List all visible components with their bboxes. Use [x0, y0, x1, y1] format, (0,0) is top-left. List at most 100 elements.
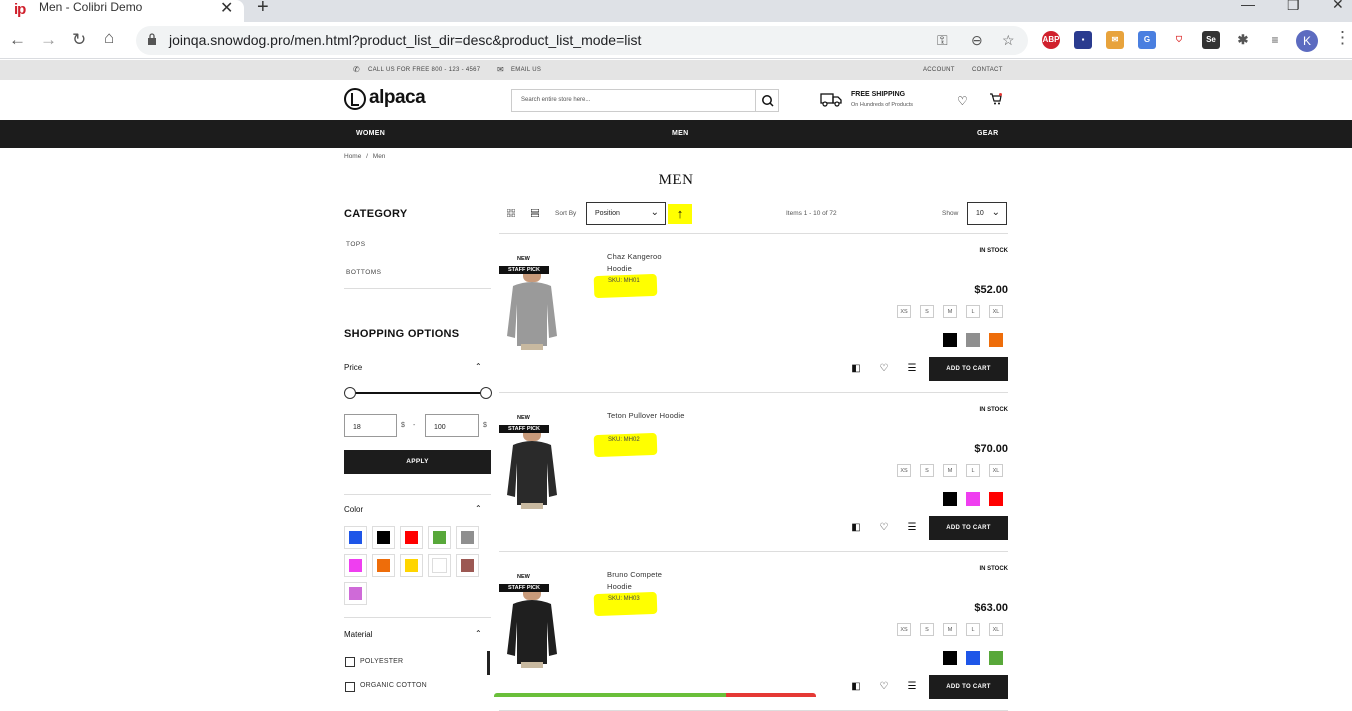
size-option[interactable]: S	[920, 464, 934, 477]
shield-extension-icon[interactable]: ⛉	[1170, 31, 1188, 49]
color-swatch[interactable]	[456, 554, 479, 577]
product-image[interactable]	[507, 584, 569, 668]
size-option[interactable]: M	[943, 464, 957, 477]
color-option[interactable]	[966, 333, 980, 347]
size-option[interactable]: S	[920, 305, 934, 318]
add-to-cart-button[interactable]: ADD TO CART	[929, 675, 1008, 699]
details-list-icon[interactable]: ☰	[906, 681, 918, 693]
wishlist-heart-icon[interactable]: ♡	[878, 363, 890, 375]
add-to-cart-button[interactable]: ADD TO CART	[929, 516, 1008, 540]
product-name[interactable]: Bruno Compete Hoodie	[607, 569, 687, 593]
search-button[interactable]	[755, 90, 778, 111]
color-swatch[interactable]	[456, 526, 479, 549]
extension-icon[interactable]: ▪	[1074, 31, 1092, 49]
color-option[interactable]	[943, 333, 957, 347]
category-bottoms[interactable]: BOTTOMS	[346, 269, 382, 276]
price-slider-min-handle[interactable]	[344, 387, 356, 399]
size-option[interactable]: XL	[989, 305, 1003, 318]
color-swatch[interactable]	[400, 554, 423, 577]
bookmark-star-icon[interactable]: ☆	[1002, 32, 1015, 49]
color-option[interactable]	[966, 651, 980, 665]
product-image[interactable]	[507, 425, 569, 509]
category-tops[interactable]: TOPS	[346, 241, 366, 248]
translate-extension-icon[interactable]: G	[1138, 31, 1156, 49]
compare-icon[interactable]: ◧	[850, 363, 862, 375]
apply-button[interactable]: APPLY	[344, 450, 491, 474]
size-option[interactable]: M	[943, 305, 957, 318]
window-close-icon[interactable]: ✕	[1332, 0, 1344, 13]
wishlist-heart-icon[interactable]: ♡	[957, 94, 968, 108]
sidebar-scrollbar[interactable]	[487, 651, 490, 675]
tab-close-icon[interactable]: ✕	[220, 0, 233, 18]
chevron-up-icon[interactable]: ⌃	[475, 362, 482, 371]
address-bar[interactable]: joinqa.snowdog.pro/men.html?product_list…	[136, 26, 1028, 55]
search-input[interactable]: Search entire store here...	[511, 89, 779, 112]
price-min-input[interactable]: 18	[344, 414, 397, 437]
limiter-select[interactable]: 10 ⌄	[967, 202, 1007, 225]
wishlist-heart-icon[interactable]: ♡	[878, 522, 890, 534]
price-slider-max-handle[interactable]	[480, 387, 492, 399]
details-list-icon[interactable]: ☰	[906, 363, 918, 375]
sort-select[interactable]: Position ⌄	[586, 202, 666, 225]
product-name[interactable]: Chaz Kangeroo Hoodie	[607, 251, 687, 275]
selenium-extension-icon[interactable]: Se	[1202, 31, 1220, 49]
minimize-icon[interactable]: —	[1241, 0, 1255, 12]
sort-direction-icon[interactable]: ↑	[668, 204, 692, 224]
menu-dots-icon[interactable]: ⋮	[1334, 28, 1351, 48]
contact-link[interactable]: CONTACT	[972, 67, 1003, 73]
adblock-extension-icon[interactable]: ABP	[1042, 31, 1060, 49]
size-option[interactable]: XS	[897, 623, 911, 636]
chevron-up-icon[interactable]: ⌃	[475, 629, 482, 638]
extensions-puzzle-icon[interactable]: ✱	[1234, 31, 1252, 49]
color-option[interactable]	[989, 651, 1003, 665]
forward-icon[interactable]: →	[40, 30, 57, 50]
grid-view-icon[interactable]	[507, 209, 515, 217]
price-filter-label[interactable]: Price	[344, 363, 362, 372]
phone-text[interactable]: CALL US FOR FREE 800 - 123 - 4567	[368, 67, 480, 73]
color-swatch[interactable]	[428, 526, 451, 549]
zoom-icon[interactable]: ⊖	[971, 32, 983, 49]
price-slider[interactable]	[350, 392, 486, 394]
color-swatch[interactable]	[372, 554, 395, 577]
color-swatch[interactable]	[344, 526, 367, 549]
color-swatch[interactable]	[372, 526, 395, 549]
browser-tab[interactable]: ip Men - Colibri Demo ✕	[0, 0, 244, 22]
details-list-icon[interactable]: ☰	[906, 522, 918, 534]
account-link[interactable]: ACCOUNT	[923, 67, 955, 73]
size-option[interactable]: XL	[989, 464, 1003, 477]
compare-icon[interactable]: ◧	[850, 681, 862, 693]
nav-gear[interactable]: GEAR	[977, 130, 998, 137]
size-option[interactable]: XS	[897, 464, 911, 477]
color-filter-label[interactable]: Color	[344, 505, 363, 514]
restore-icon[interactable]: ❐	[1287, 0, 1300, 14]
add-to-cart-button[interactable]: ADD TO CART	[929, 357, 1008, 381]
color-swatch[interactable]	[344, 554, 367, 577]
list-view-icon[interactable]	[531, 209, 539, 217]
extension-mail-icon[interactable]: ✉	[1106, 31, 1124, 49]
size-option[interactable]: XL	[989, 623, 1003, 636]
back-icon[interactable]: ←	[9, 30, 26, 50]
wishlist-heart-icon[interactable]: ♡	[878, 681, 890, 693]
color-option[interactable]	[989, 333, 1003, 347]
color-swatch[interactable]	[428, 554, 451, 577]
product-image[interactable]	[507, 266, 569, 350]
size-option[interactable]: M	[943, 623, 957, 636]
cart-icon[interactable]	[990, 93, 1002, 105]
color-option[interactable]	[989, 492, 1003, 506]
breadcrumb-home[interactable]: Home	[344, 153, 361, 160]
color-option[interactable]	[966, 492, 980, 506]
key-icon[interactable]: ⚿	[937, 32, 948, 49]
compare-icon[interactable]: ◧	[850, 522, 862, 534]
email-link[interactable]: EMAIL US	[511, 67, 541, 73]
size-option[interactable]: L	[966, 623, 980, 636]
material-checkbox-polyester[interactable]	[345, 657, 355, 667]
media-queue-icon[interactable]: ≡	[1266, 31, 1284, 49]
color-swatch[interactable]	[344, 582, 367, 605]
material-checkbox-organic-cotton[interactable]	[345, 682, 355, 692]
nav-women[interactable]: WOMEN	[356, 130, 385, 137]
color-option[interactable]	[943, 651, 957, 665]
chevron-up-icon[interactable]: ⌃	[475, 504, 482, 513]
size-option[interactable]: L	[966, 464, 980, 477]
color-swatch[interactable]	[400, 526, 423, 549]
material-filter-label[interactable]: Material	[344, 630, 372, 639]
